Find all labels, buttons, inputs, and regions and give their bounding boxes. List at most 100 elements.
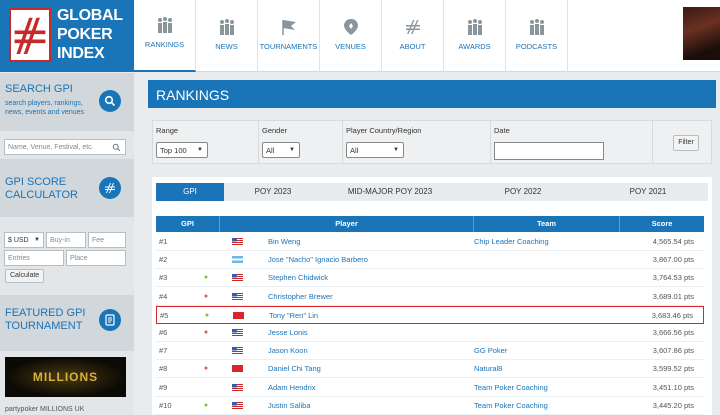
map-pin-icon (343, 19, 358, 35)
score-cell: 3,445.20 pts (652, 400, 694, 410)
player-link[interactable]: Stephen Chidwick (268, 269, 328, 287)
place-placeholder: Place (70, 255, 88, 262)
nav-label: RANKINGS (144, 40, 185, 49)
player-link[interactable]: Jose "Nacho" Ignacio Barbero (268, 251, 368, 269)
date-input[interactable] (494, 142, 604, 160)
table-row[interactable]: #3 ● Stephen Chidwick 3,764.53 pts (156, 269, 704, 288)
team-link[interactable]: Team Poker Coaching (474, 397, 548, 415)
score-cell: 3,451.10 pts (652, 382, 694, 392)
team-link[interactable]: GG Poker (474, 342, 507, 360)
table-row[interactable]: #2 Jose "Nacho" Ignacio Barbero 3,867.00 p… (156, 251, 704, 270)
featured-tournament-banner[interactable]: MILLIONS (5, 357, 126, 397)
table-row[interactable]: #1 Bin Weng Chip Leader Coaching 4,565.54 p… (156, 233, 704, 251)
player-link[interactable]: Christopher Brewer (268, 288, 333, 306)
filter-button[interactable]: Filter (673, 135, 699, 151)
column-score[interactable]: Score (620, 216, 704, 232)
table-row[interactable]: #5 ● Tony "Ren" Lin 3,683.46 pts (156, 305, 704, 325)
currency-value: $ USD (8, 237, 29, 244)
page-title-text: RANKINGS (156, 87, 230, 103)
calculator-title-2: CALCULATOR (5, 189, 78, 201)
range-filter: Range Top 100 ▼ (153, 121, 259, 163)
calculator-block: GPI SCORE CALCULATOR (0, 159, 134, 217)
player-link[interactable]: Tony "Ren" Lin (269, 307, 318, 325)
player-link[interactable]: Jason Koon (268, 342, 308, 360)
team-link[interactable]: Chip Leader Coaching (474, 233, 549, 251)
tab-gpi[interactable]: GPI (156, 183, 224, 201)
chevron-down-icon: ▼ (197, 147, 203, 153)
search-button[interactable] (99, 90, 121, 112)
table-row[interactable]: #9 Adam Hendrix Team Poker Coaching 3,451.1… (156, 379, 704, 397)
flag-us-icon (232, 347, 243, 355)
tab-poy-2022[interactable]: POY 2022 (458, 183, 588, 201)
fee-input[interactable]: Fee (88, 232, 126, 248)
rankings-tabs: GPI POY 2023 MID-MAJOR POY 2023 POY 2022… (156, 183, 708, 201)
promo-image[interactable] (683, 7, 720, 60)
tab-label: MID-MAJOR POY 2023 (347, 187, 433, 196)
table-row[interactable]: #8 ● Daniel Chi Tang Natural8 3,599.52 pts (156, 360, 704, 379)
player-link[interactable]: Bin Weng (268, 233, 300, 251)
table-row[interactable]: #7 Jason Koon GG Poker 3,607.86 pts (156, 342, 704, 361)
country-value: All (350, 146, 359, 155)
tab-mid-major-poy-2023[interactable]: MID-MAJOR POY 2023 (322, 183, 458, 201)
calculate-button[interactable]: Calculate (5, 269, 45, 283)
trend-up-icon: ● (204, 311, 210, 319)
spade-logo-icon (405, 20, 420, 34)
table-row[interactable]: #6 ● Jesse Lonis 3,666.56 pts (156, 324, 704, 342)
search-input[interactable]: Name, Venue, Festival, etc. (4, 139, 126, 155)
score-cell: 3,764.53 pts (652, 273, 694, 283)
buyin-input[interactable]: Buy-in (46, 232, 86, 248)
bar-chart-icon (219, 19, 234, 35)
rank-cell: #9 (159, 382, 168, 392)
player-link[interactable]: Daniel Chi Tang (268, 360, 321, 378)
column-player[interactable]: Player (220, 216, 474, 232)
flag-cn-icon (233, 311, 244, 319)
chevron-down-icon: ▼ (289, 147, 295, 153)
trend-up-icon: ● (203, 274, 209, 282)
search-block: SEARCH GPI search players, rankings, new… (0, 73, 134, 131)
nav-news[interactable]: NEWS (196, 0, 258, 72)
nav-rankings[interactable]: RANKINGS (134, 0, 196, 72)
rank-cell: #4 (159, 291, 168, 301)
search-placeholder: Name, Venue, Festival, etc. (8, 144, 94, 151)
banner-caption[interactable]: partypoker MILLIONS UK (5, 406, 84, 413)
table-row[interactable]: #10 ● Justin Saliba Team Poker Coaching 3,44… (156, 397, 704, 415)
team-link[interactable]: Natural8 (474, 360, 502, 378)
rank-cell: #2 (159, 255, 168, 265)
gender-select[interactable]: All ▼ (262, 142, 300, 158)
entries-input[interactable]: Entries (4, 250, 64, 266)
nav-label: VENUES (335, 42, 366, 51)
nav-tournaments[interactable]: TOURNAMENTS (258, 0, 320, 72)
featured-button[interactable] (99, 309, 121, 331)
nav-venues[interactable]: VENUES (320, 0, 382, 72)
search-title: SEARCH GPI (5, 83, 73, 95)
team-link[interactable]: Team Poker Coaching (474, 379, 548, 397)
nav-podcasts[interactable]: PODCASTS (506, 0, 568, 72)
player-link[interactable]: Adam Hendrix (268, 379, 316, 397)
column-gpi[interactable]: GPI (156, 216, 220, 232)
gpi-logo-icon (9, 8, 51, 62)
tab-label: GPI (183, 187, 197, 196)
flag-ar-icon (232, 256, 243, 264)
tab-poy-2021[interactable]: POY 2021 (588, 183, 708, 201)
nav-awards[interactable]: AWARDS (444, 0, 506, 72)
search-icon (112, 143, 121, 152)
table-row[interactable]: #4 ● Christopher Brewer 3,689.01 pts (156, 288, 704, 306)
country-select[interactable]: All ▼ (346, 142, 404, 158)
trend-none-icon (200, 379, 212, 397)
logo-line-3: INDEX (57, 45, 105, 62)
rank-cell: #5 (160, 310, 169, 320)
trend-none-icon (200, 251, 212, 269)
place-input[interactable]: Place (66, 250, 126, 266)
column-team[interactable]: Team (474, 216, 620, 232)
site-logo[interactable]: GLOBAL POKER INDEX (0, 0, 134, 72)
player-link[interactable]: Justin Saliba (268, 397, 311, 415)
player-link[interactable]: Jesse Lonis (268, 324, 308, 342)
filter-button-label: Filter (678, 139, 694, 146)
bar-chart-icon (157, 17, 172, 33)
range-select[interactable]: Top 100 ▼ (156, 142, 208, 158)
main-content: RANKINGS Range Top 100 ▼ Gender All ▼ Play… (148, 80, 716, 415)
calculator-button[interactable] (99, 177, 121, 199)
currency-select[interactable]: $ USD ▼ (4, 232, 44, 248)
tab-poy-2023[interactable]: POY 2023 (224, 183, 322, 201)
nav-about[interactable]: ABOUT (382, 0, 444, 72)
